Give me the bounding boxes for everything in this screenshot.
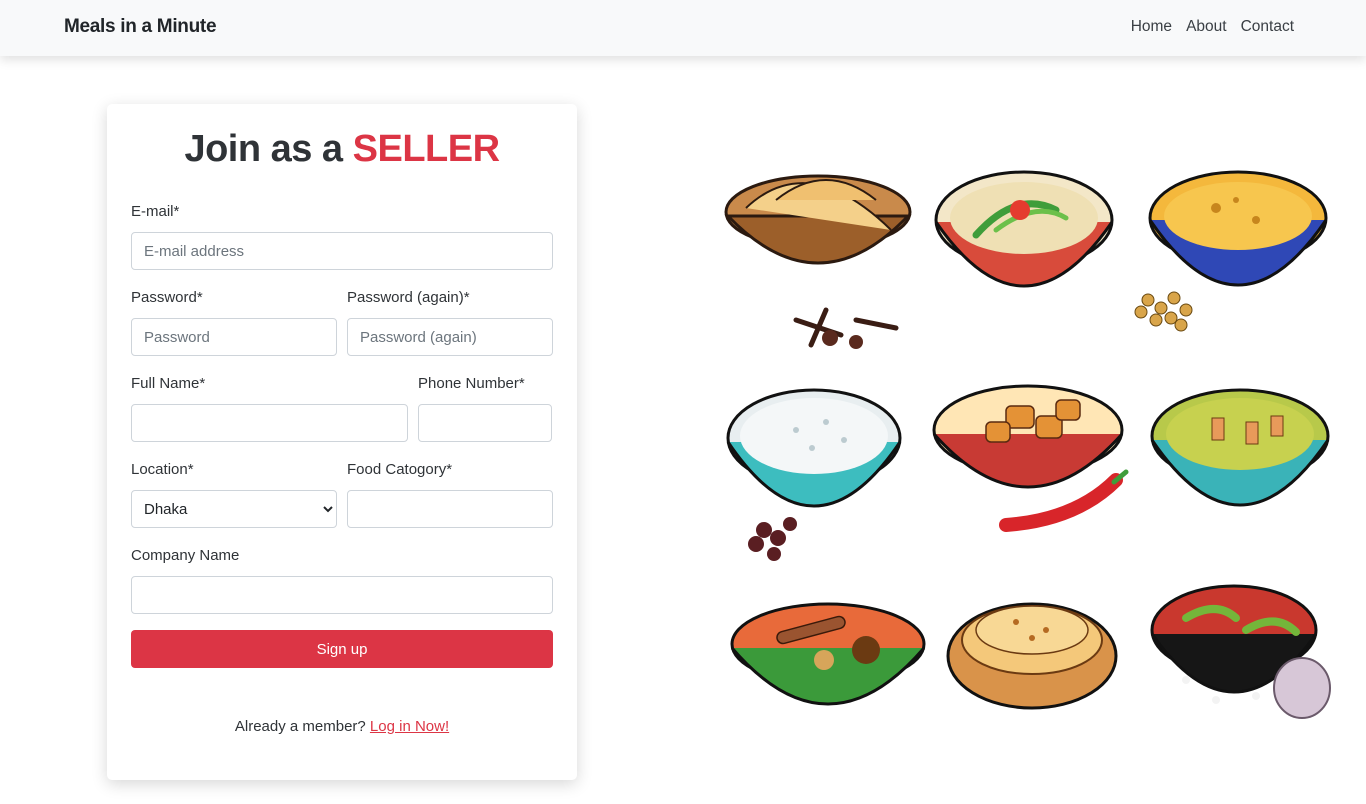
nav-link-about[interactable]: About: [1186, 18, 1227, 36]
chicken-rice-bowl: [932, 384, 1129, 532]
company-name-label: Company Name: [131, 547, 240, 564]
full-name-label: Full Name*: [131, 375, 206, 392]
dal-bowl: [1134, 170, 1328, 332]
nav-link-contact[interactable]: Contact: [1241, 18, 1294, 36]
title-accent: SELLER: [352, 128, 500, 170]
brand-logo[interactable]: Meals in a Minute: [64, 16, 217, 38]
green-curry-bowl: [1150, 388, 1330, 507]
location-label: Location*: [131, 461, 194, 478]
spiced-curry-bowl: [730, 602, 926, 706]
seller-signup-card: Join as a SELLER E-mail* Password* Passw…: [107, 104, 577, 780]
title-prefix: Join as a: [184, 128, 353, 170]
curry-bowl-chili: [934, 170, 1114, 288]
email-field[interactable]: [131, 232, 553, 270]
naan-basket: [724, 174, 912, 349]
indian-food-bowls-illustration: [724, 170, 1331, 719]
location-select[interactable]: Dhaka: [131, 490, 337, 528]
navbar: Meals in a Minute Home About Contact: [0, 0, 1366, 56]
phone-label: Phone Number*: [418, 375, 525, 392]
login-link[interactable]: Log in Now!: [370, 718, 449, 735]
password-again-field[interactable]: [347, 318, 553, 356]
flatbread-plate: [946, 602, 1118, 710]
nav-links: Home About Contact: [1131, 18, 1294, 36]
password-label: Password*: [131, 289, 203, 306]
password-again-label: Password (again)*: [347, 289, 470, 306]
page-title: Join as a SELLER: [107, 128, 577, 171]
company-name-field[interactable]: [131, 576, 553, 614]
red-curry-bowl: [1150, 584, 1331, 719]
rice-bowl: [726, 388, 902, 561]
member-prompt-text: Already a member?: [234, 718, 370, 735]
nav-link-home[interactable]: Home: [1131, 18, 1172, 36]
email-label: E-mail*: [131, 203, 180, 220]
full-name-field[interactable]: [131, 404, 408, 442]
sign-up-button[interactable]: Sign up: [131, 630, 553, 668]
food-category-label: Food Catogory*: [347, 461, 453, 478]
phone-field[interactable]: [418, 404, 552, 442]
food-category-field[interactable]: [347, 490, 553, 528]
login-prompt: Already a member? Log in Now!: [107, 718, 577, 735]
password-field[interactable]: [131, 318, 337, 356]
